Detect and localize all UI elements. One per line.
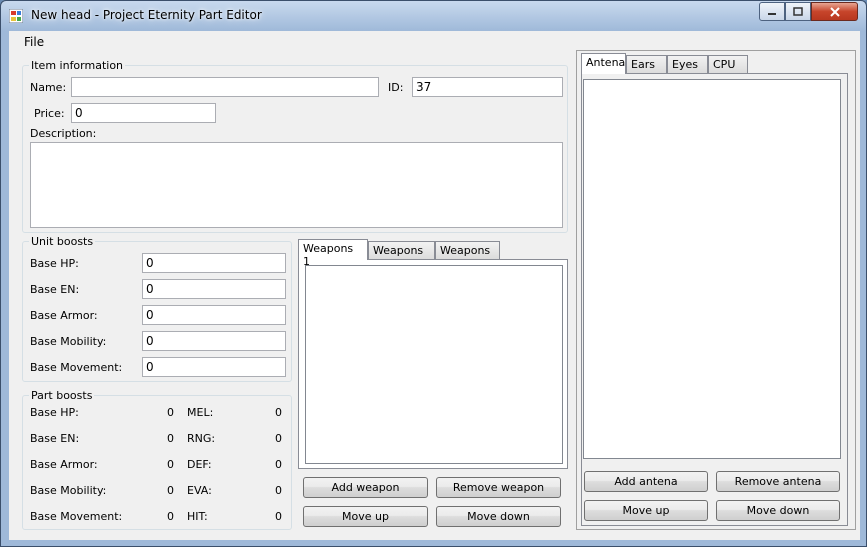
title-bar[interactable]: New head - Project Eternity Part Editor [1,1,866,29]
name-field[interactable] [71,77,379,97]
unit-boosts-legend: Unit boosts [29,235,96,248]
unit-en-field[interactable]: 0 [142,279,286,299]
weapon-move-down-button[interactable]: Move down [436,506,561,527]
unit-hp-field[interactable]: 0 [142,253,286,273]
antena-list[interactable] [583,79,841,459]
unit-movement-field[interactable]: 0 [142,357,286,377]
add-antena-button[interactable]: Add antena [584,471,708,492]
close-icon [829,6,840,17]
app-window: New head - Project Eternity Part Editor … [0,0,867,547]
window-title: New head - Project Eternity Part Editor [31,8,262,22]
weapons-list[interactable] [305,265,563,464]
price-field[interactable]: 0 [71,103,216,123]
part-armor-label: Base Armor: [30,458,98,471]
unit-mobility-label: Base Mobility: [30,335,107,348]
part-hp-label: Base HP: [30,406,79,419]
part-movement-label: Base Movement: [30,510,123,523]
part-movement-value: 0 [167,510,174,523]
item-information-legend: Item information [29,59,126,72]
menu-file[interactable]: File [24,35,44,49]
weapon-move-up-button[interactable]: Move up [303,506,428,527]
antena-move-down-button[interactable]: Move down [716,500,840,521]
name-label: Name: [30,81,67,94]
part-mobility-label: Base Mobility: [30,484,107,497]
tab-weapons-1[interactable]: Weapons 1 [298,239,368,268]
id-field[interactable]: 37 [412,77,563,97]
part-hp-value: 0 [167,406,174,419]
unit-armor-label: Base Armor: [30,309,98,322]
part-armor-value: 0 [167,458,174,471]
part-en-label: Base EN: [30,432,80,445]
app-icon [9,9,23,23]
unit-mobility-field[interactable]: 0 [142,331,286,351]
add-weapon-button[interactable]: Add weapon [303,477,428,498]
unit-armor-field[interactable]: 0 [142,305,286,325]
part-rng-label: RNG: [187,432,216,445]
minimize-icon [768,12,776,15]
price-label: Price: [34,107,65,120]
id-label: ID: [388,81,404,94]
unit-hp-label: Base HP: [30,257,79,270]
part-en-value: 0 [167,432,174,445]
tab-eyes[interactable]: Eyes [667,55,708,73]
unit-en-label: Base EN: [30,283,80,296]
close-button[interactable] [811,2,858,21]
tab-antena[interactable]: Antena [581,53,626,74]
tab-ears[interactable]: Ears [626,55,667,73]
part-mobility-value: 0 [167,484,174,497]
tab-weapons-2[interactable]: Weapons 2 [368,241,435,270]
maximize-button[interactable] [785,2,811,21]
part-mel-label: MEL: [187,406,214,419]
tab-weapons-3[interactable]: Weapons 3 [435,241,500,270]
part-def-value: 0 [275,458,282,471]
minimize-button[interactable] [759,2,785,21]
part-eva-label: EVA: [187,484,212,497]
remove-weapon-button[interactable]: Remove weapon [436,477,561,498]
description-field[interactable] [30,142,563,228]
part-hit-label: HIT: [187,510,208,523]
part-eva-value: 0 [275,484,282,497]
part-def-label: DEF: [187,458,212,471]
maximize-icon [793,7,803,16]
part-boosts-legend: Part boosts [29,389,95,402]
part-rng-value: 0 [275,432,282,445]
part-mel-value: 0 [275,406,282,419]
antena-move-up-button[interactable]: Move up [584,500,708,521]
description-label: Description: [30,127,97,140]
remove-antena-button[interactable]: Remove antena [716,471,840,492]
part-hit-value: 0 [275,510,282,523]
unit-movement-label: Base Movement: [30,361,123,374]
tab-cpu[interactable]: CPU [708,55,748,73]
client-area: File Item information Name: ID: 37 Price… [9,31,860,540]
